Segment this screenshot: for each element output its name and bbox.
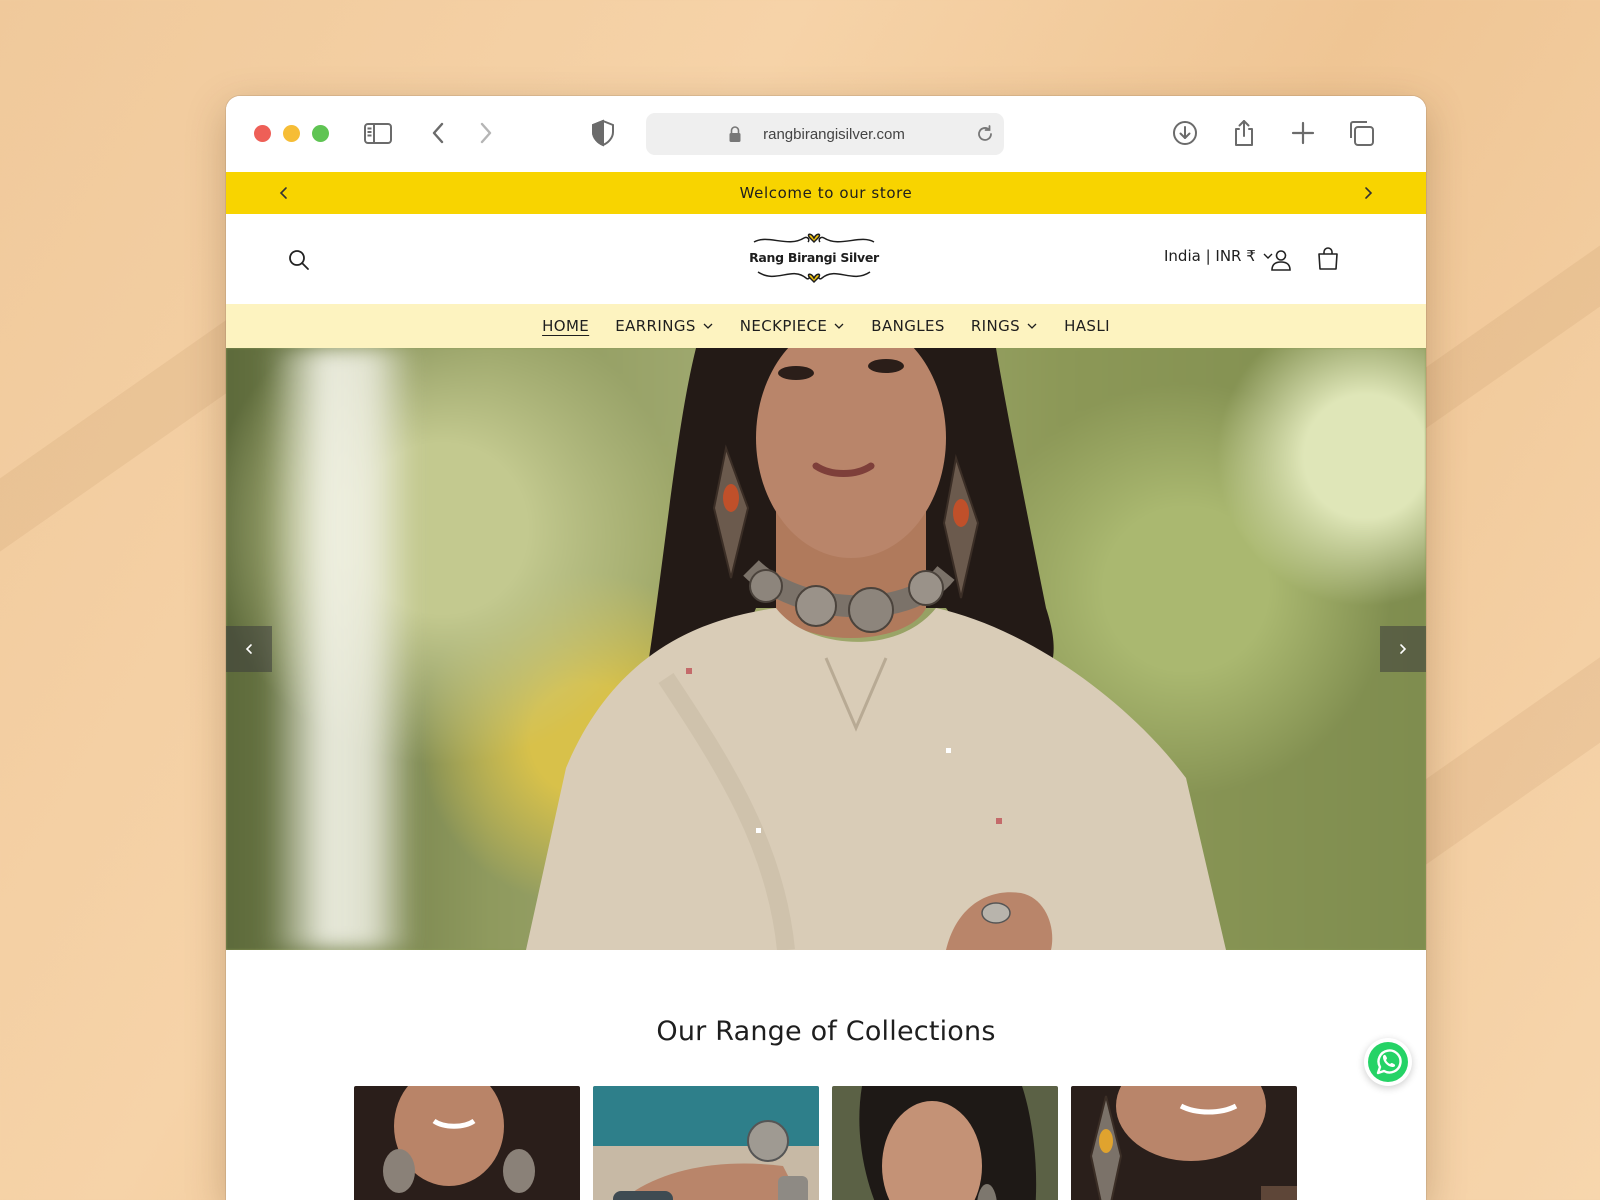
search-icon[interactable] bbox=[286, 247, 312, 273]
hero-background-pillar bbox=[266, 348, 416, 950]
new-tab-icon[interactable] bbox=[1288, 118, 1318, 148]
share-icon[interactable] bbox=[1229, 118, 1259, 148]
announcement-prev-icon[interactable] bbox=[276, 185, 292, 201]
collection-card[interactable] bbox=[354, 1086, 580, 1200]
tabs-overview-icon[interactable] bbox=[1346, 118, 1376, 148]
collection-card-image bbox=[1071, 1086, 1297, 1200]
main-navigation: HOME EARRINGS NECKPIECE BANGLES RINGS HA… bbox=[226, 304, 1426, 348]
close-window-button[interactable] bbox=[254, 125, 271, 142]
browser-toolbar: rangbirangisilver.com bbox=[226, 96, 1426, 172]
address-bar[interactable]: rangbirangisilver.com bbox=[646, 113, 1004, 155]
back-icon[interactable] bbox=[424, 118, 454, 148]
chevron-right-icon bbox=[1400, 644, 1407, 654]
collection-card-image bbox=[832, 1086, 1058, 1200]
nav-home[interactable]: HOME bbox=[529, 317, 602, 335]
chevron-down-icon bbox=[1027, 323, 1037, 329]
collections-section: Our Range of Collections bbox=[226, 950, 1426, 1200]
zoom-window-button[interactable] bbox=[312, 125, 329, 142]
account-icon[interactable] bbox=[1268, 247, 1294, 273]
lock-icon bbox=[729, 126, 741, 142]
country-currency-selector[interactable]: India | INR ₹ bbox=[1164, 247, 1274, 265]
chevron-down-icon bbox=[703, 323, 713, 329]
whatsapp-icon bbox=[1368, 1042, 1408, 1082]
site-header: Rang Birangi Silver India | INR ₹ bbox=[226, 214, 1426, 304]
forward-icon[interactable] bbox=[470, 118, 500, 148]
nav-hasli[interactable]: HASLI bbox=[1051, 317, 1123, 335]
announcement-next-icon[interactable] bbox=[1360, 185, 1376, 201]
whatsapp-button[interactable] bbox=[1364, 1038, 1412, 1086]
collection-card[interactable] bbox=[832, 1086, 1058, 1200]
shield-icon[interactable] bbox=[588, 118, 618, 148]
url-text: rangbirangisilver.com bbox=[763, 125, 905, 143]
cart-icon[interactable] bbox=[1315, 246, 1341, 272]
chevron-left-icon bbox=[245, 644, 252, 654]
nav-hasli-label: HASLI bbox=[1064, 317, 1110, 335]
collection-card[interactable] bbox=[593, 1086, 819, 1200]
nav-neckpiece-label: NECKPIECE bbox=[739, 317, 828, 335]
collection-card-image bbox=[593, 1086, 819, 1200]
nav-home-label: HOME bbox=[542, 317, 590, 335]
hero-next-button[interactable] bbox=[1380, 626, 1426, 672]
nav-rings-label: RINGS bbox=[970, 317, 1021, 335]
minimize-window-button[interactable] bbox=[283, 125, 300, 142]
nav-rings[interactable]: RINGS bbox=[958, 317, 1051, 335]
nav-bangles[interactable]: BANGLES bbox=[858, 317, 958, 335]
hero-slideshow bbox=[226, 348, 1426, 950]
nav-neckpiece[interactable]: NECKPIECE bbox=[727, 317, 859, 335]
collection-card-image bbox=[354, 1086, 580, 1200]
hero-prev-button[interactable] bbox=[226, 626, 272, 672]
country-currency-label: India | INR ₹ bbox=[1164, 247, 1256, 265]
collections-heading: Our Range of Collections bbox=[656, 1016, 996, 1047]
nav-earrings-label: EARRINGS bbox=[615, 317, 696, 335]
logo-text: Rang Birangi Silver bbox=[749, 250, 879, 265]
download-icon[interactable] bbox=[1170, 118, 1200, 148]
site-logo[interactable]: Rang Birangi Silver bbox=[748, 226, 880, 292]
collection-card[interactable] bbox=[1071, 1086, 1297, 1200]
chevron-down-icon bbox=[834, 323, 844, 329]
announcement-text: Welcome to our store bbox=[739, 184, 913, 202]
nav-earrings[interactable]: EARRINGS bbox=[602, 317, 727, 335]
reload-icon[interactable] bbox=[974, 123, 996, 145]
browser-window: rangbirangisilver.com Welcome to our sto… bbox=[226, 96, 1426, 1200]
hero-model-image bbox=[526, 348, 1226, 950]
nav-bangles-label: BANGLES bbox=[871, 317, 945, 335]
announcement-bar: Welcome to our store bbox=[226, 172, 1426, 214]
sidebar-icon[interactable] bbox=[363, 118, 393, 148]
